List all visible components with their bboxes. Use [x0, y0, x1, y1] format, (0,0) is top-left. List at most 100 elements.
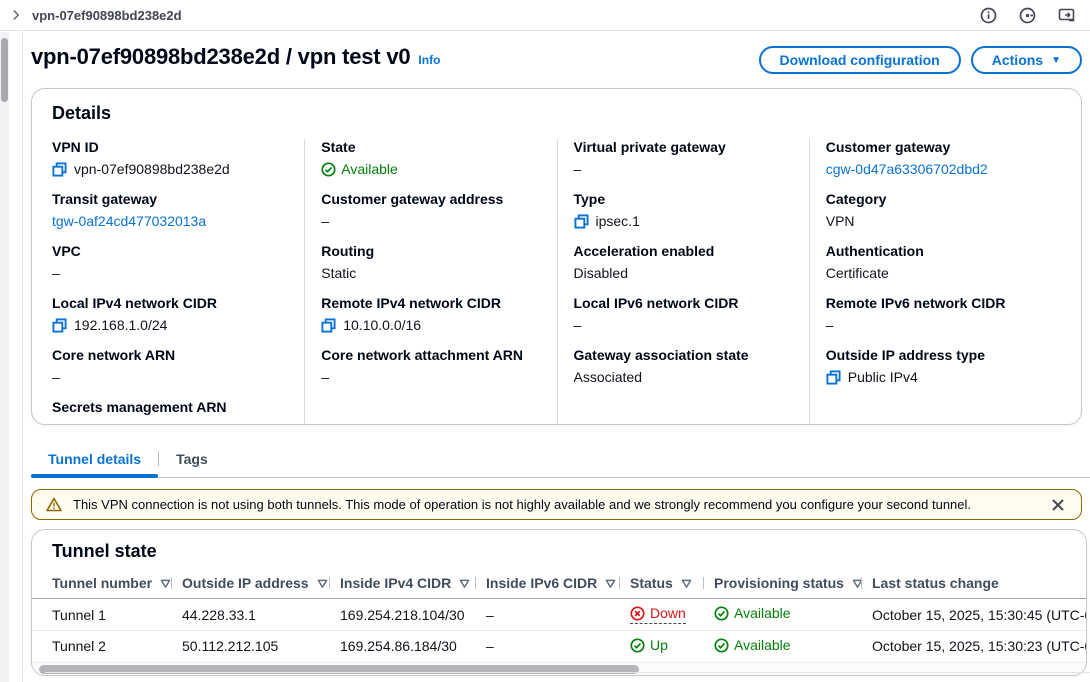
field-authentication: Authentication Certificate [826, 243, 1047, 282]
breadcrumb: vpn-07ef90898bd238e2d [32, 8, 182, 23]
field-category: Category VPN [826, 191, 1047, 230]
column-header-label: Last status change [872, 575, 999, 591]
info-icon[interactable] [980, 7, 997, 24]
field-acceleration-enabled: Acceleration enabled Disabled [574, 243, 795, 282]
column-header-label: Inside IPv4 CIDR [340, 575, 451, 591]
field-label: Virtual private gateway [574, 139, 795, 156]
field-vpn-id: VPN ID vpn-07ef90898bd238e2d [52, 139, 290, 178]
field-value: – [321, 368, 542, 386]
cell-tunnel-number: Tunnel 1 [32, 599, 172, 631]
field-label: VPC [52, 243, 290, 260]
status-label: Down [650, 605, 686, 621]
field-label: Gateway association state [574, 347, 795, 364]
column-header-provisioning-status[interactable]: Provisioning status [704, 570, 862, 599]
state-status: Available [321, 160, 398, 178]
column-header-label: Inside IPv6 CIDR [486, 575, 597, 591]
copy-icon[interactable] [52, 162, 67, 177]
copy-icon[interactable] [574, 214, 589, 229]
copy-icon[interactable] [826, 370, 841, 385]
caret-down-icon: ▼ [1051, 55, 1061, 66]
field-value: – [826, 316, 1047, 334]
warning-icon [46, 497, 62, 512]
field-label: Remote IPv4 network CIDR [321, 295, 542, 312]
field-routing: Routing Static [321, 243, 542, 282]
details-column-3: Virtual private gateway – Type ipsec.1 A… [557, 139, 809, 425]
column-header-label: Provisioning status [714, 575, 844, 591]
tab-tags[interactable]: Tags [159, 444, 225, 477]
filter-icon [459, 579, 470, 589]
vertical-scrollbar-track[interactable] [0, 32, 9, 682]
feedback-icon[interactable] [1058, 7, 1076, 23]
success-icon [630, 638, 645, 653]
close-icon[interactable] [1049, 496, 1067, 514]
download-configuration-button[interactable]: Download configuration [759, 46, 961, 74]
field-label: Local IPv6 network CIDR [574, 295, 795, 312]
transit-gateway-link[interactable]: tgw-0af24cd477032013a [52, 212, 206, 230]
field-label: Customer gateway [826, 139, 1047, 156]
field-label: Category [826, 191, 1047, 208]
success-icon [714, 638, 729, 653]
tunnel-state-card: Tunnel state Tunnel number Outside IP ad… [31, 529, 1087, 676]
field-value: Static [321, 264, 542, 282]
field-value: – [52, 420, 290, 425]
status-label: Up [650, 637, 668, 653]
filter-icon [681, 579, 692, 589]
settings-icon[interactable] [1019, 7, 1036, 24]
success-icon [321, 162, 336, 177]
field-gateway-association-state: Gateway association state Associated [574, 347, 795, 386]
tab-label: Tags [176, 451, 208, 467]
page-title: vpn-07ef90898bd238e2d / vpn test v0 [31, 44, 410, 70]
field-value: – [321, 212, 542, 230]
field-local-ipv6-cidr: Local IPv6 network CIDR – [574, 295, 795, 334]
field-transit-gateway: Transit gateway tgw-0af24cd477032013a [52, 191, 290, 230]
field-state: State Available [321, 139, 542, 178]
details-column-1: VPN ID vpn-07ef90898bd238e2d Transit gat… [52, 139, 304, 425]
bottom-divider [45, 672, 1090, 673]
field-value: ipsec.1 [596, 212, 640, 230]
field-value: – [52, 368, 290, 386]
column-header-inside-ipv6[interactable]: Inside IPv6 CIDR [476, 570, 620, 599]
copy-icon[interactable] [321, 318, 336, 333]
column-header-label: Outside IP address [182, 575, 309, 591]
column-header-outside-ip[interactable]: Outside IP address [172, 570, 330, 599]
provisioning-status-badge: Available [714, 637, 791, 653]
field-value: Associated [574, 368, 795, 386]
field-value: 10.10.0.0/16 [343, 316, 421, 334]
info-link[interactable]: Info [418, 53, 440, 67]
field-core-network-attachment-arn: Core network attachment ARN – [321, 347, 542, 386]
copy-icon[interactable] [52, 318, 67, 333]
column-header-last-status-change[interactable]: Last status change [862, 570, 1086, 599]
field-value: Disabled [574, 264, 795, 282]
vertical-scrollbar-thumb[interactable] [1, 38, 8, 102]
error-icon [630, 606, 645, 621]
field-outside-ip-address-type: Outside IP address type Public IPv4 [826, 347, 1047, 386]
breadcrumb-chevron-icon [10, 9, 22, 21]
details-column-2: State Available Customer gateway address… [304, 139, 556, 425]
main-content-panel: vpn-07ef90898bd238e2d / vpn test v0 Info… [22, 31, 1090, 682]
status-down-badge[interactable]: Down [630, 605, 686, 624]
tab-tunnel-details[interactable]: Tunnel details [31, 444, 158, 477]
column-header-inside-ipv4[interactable]: Inside IPv4 CIDR [330, 570, 476, 599]
details-grid: VPN ID vpn-07ef90898bd238e2d Transit gat… [52, 139, 1061, 425]
field-value: vpn-07ef90898bd238e2d [74, 160, 230, 178]
field-customer-gateway-address: Customer gateway address – [321, 191, 542, 230]
cell-tunnel-number: Tunnel 2 [32, 631, 172, 662]
field-value: Public IPv4 [848, 368, 918, 386]
field-label: Acceleration enabled [574, 243, 795, 260]
field-value: Available [341, 160, 398, 178]
field-type: Type ipsec.1 [574, 191, 795, 230]
tab-label: Tunnel details [48, 451, 141, 467]
table-header-row: Tunnel number Outside IP address Inside … [32, 570, 1086, 599]
details-column-4: Customer gateway cgw-0d47a63306702dbd2 C… [809, 139, 1061, 425]
cell-outside-ip: 44.228.33.1 [172, 599, 330, 631]
customer-gateway-link[interactable]: cgw-0d47a63306702dbd2 [826, 160, 988, 178]
details-heading: Details [52, 103, 1061, 124]
status-label: Available [734, 637, 791, 653]
actions-button[interactable]: Actions ▼ [971, 46, 1082, 74]
field-label: Secrets management ARN [52, 399, 290, 416]
column-header-tunnel-number[interactable]: Tunnel number [32, 570, 172, 599]
column-header-status[interactable]: Status [620, 570, 704, 599]
cell-inside-ipv4: 169.254.86.184/30 [330, 631, 476, 662]
field-value: 192.168.1.0/24 [74, 316, 167, 334]
cell-last-status-change: October 15, 2025, 15:30:23 (UTC-0 [862, 631, 1086, 662]
